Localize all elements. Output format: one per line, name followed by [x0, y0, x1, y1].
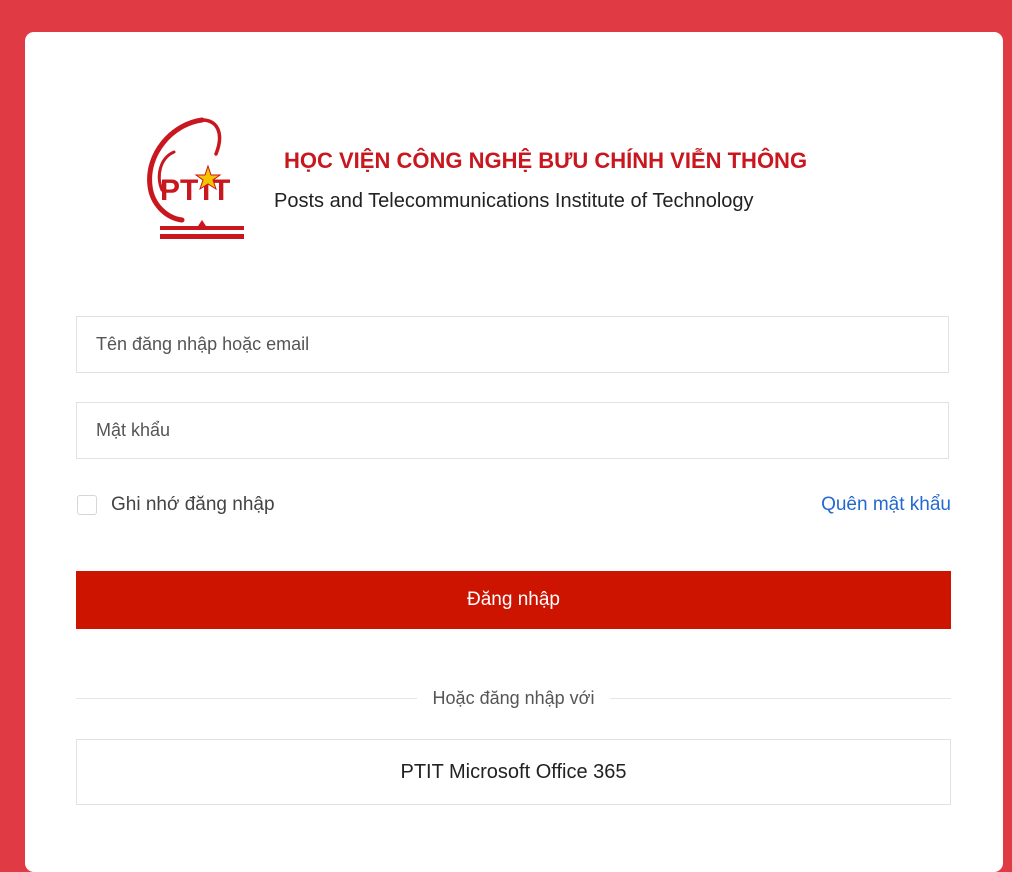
office365-login-button[interactable]: PTIT Microsoft Office 365 — [76, 739, 951, 805]
remember-label: Ghi nhớ đăng nhập — [111, 494, 275, 515]
remember-me[interactable]: Ghi nhớ đăng nhập — [77, 490, 275, 520]
alternate-login-divider: Hoặc đăng nhập với — [76, 684, 952, 712]
divider-text: Hoặc đăng nhập với — [432, 687, 595, 708]
brand-header: PT T I HỌC VIỆN CÔNG NGHỆ BƯU CHÍNH VIỄN… — [132, 114, 892, 249]
divider-line-right — [610, 697, 952, 699]
remember-checkbox[interactable] — [77, 495, 97, 515]
institute-title: HỌC VIỆN CÔNG NGHỆ BƯU CHÍNH VIỄN THÔNG — [284, 148, 808, 173]
password-input[interactable] — [76, 402, 949, 459]
username-input[interactable] — [76, 316, 949, 373]
divider-line-left — [76, 697, 417, 699]
login-button[interactable]: Đăng nhập — [76, 571, 951, 629]
institute-subtitle: Posts and Telecommunications Institute o… — [274, 190, 754, 212]
login-card: PT T I HỌC VIỆN CÔNG NGHỆ BƯU CHÍNH VIỄN… — [25, 32, 1003, 872]
svg-text:PT: PT — [160, 174, 198, 207]
ptit-logo-icon: PT T I — [147, 117, 244, 239]
forgot-password-link[interactable]: Quên mật khẩu — [821, 494, 951, 516]
